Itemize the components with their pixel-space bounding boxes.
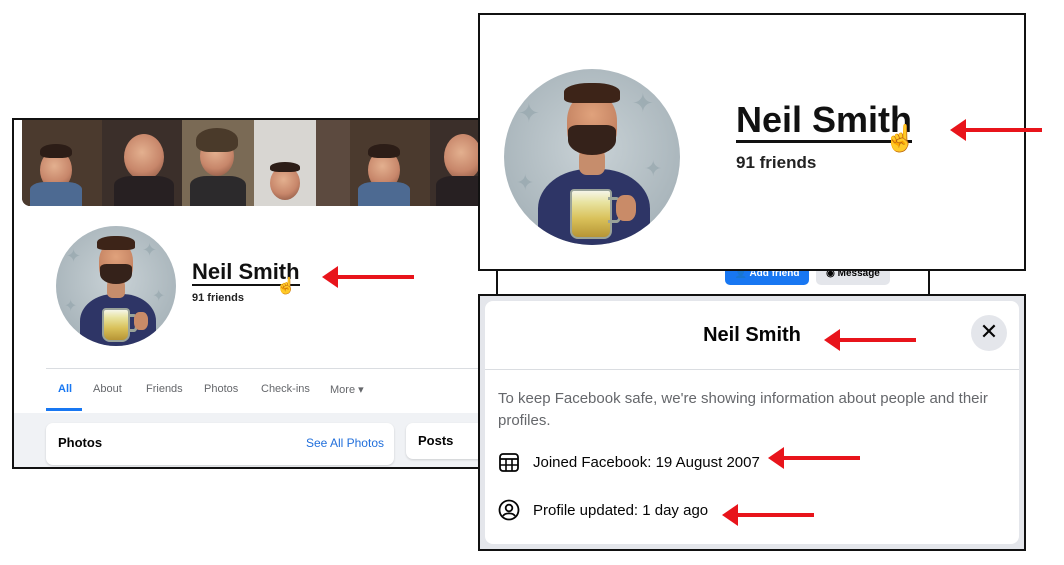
cover-collage-tile [254,120,316,206]
tab-about[interactable]: About [93,383,122,395]
tab-all[interactable]: All [58,383,72,395]
zoomed-friends-count: 91 friends [736,153,817,172]
profile-avatar[interactable]: ✦ ✦ ✦ ✦ [56,226,176,346]
red-arrow-annotation [950,119,1042,141]
user-circle-icon [498,499,520,521]
hand-pointer-icon: ☝ [884,123,917,153]
friends-count[interactable]: 91 friends [192,292,244,304]
red-arrow-annotation [722,504,814,526]
joined-facebook-date: Joined Facebook: 19 August 2007 [533,454,760,471]
connector-line [928,271,930,296]
see-all-photos-link[interactable]: See All Photos [306,436,384,450]
hand-pointer-icon: ☝ [276,278,296,295]
cover-collage-tile [102,120,182,206]
tab-friends[interactable]: Friends [146,383,183,395]
cover-photo[interactable] [22,120,492,206]
profile-info-dialog: Neil Smith ✕ To keep Facebook safe, we'r… [485,301,1019,544]
dialog-title: Neil Smith [703,324,801,346]
red-arrow-annotation [824,329,916,351]
zoomed-profile-avatar: ✦ ✦ ✦ ✦ [504,69,680,245]
zoomed-profile-panel: ✦ ✦ ✦ ✦ Neil Smith ☝ 91 friends [478,13,1026,271]
calendar-icon [499,453,519,472]
cover-collage-tile [22,120,102,206]
dialog-info-text: To keep Facebook safe, we're showing inf… [498,390,988,429]
dialog-divider [485,369,1019,370]
tabs-divider [46,368,486,369]
cover-collage-tile [316,120,350,206]
profile-updated-info: Profile updated: 1 day ago [533,502,709,519]
tab-check-ins[interactable]: Check-ins [261,383,310,395]
red-arrow-annotation [768,447,860,469]
photos-card: Photos See All Photos [46,423,394,465]
profile-page-panel: ✦ ✦ ✦ ✦ Neil Smith ☝ 91 friends All Abou… [12,118,498,469]
tab-photos[interactable]: Photos [204,383,238,395]
tab-more[interactable]: More ▾ [330,383,364,396]
cover-collage-tile [182,120,254,206]
active-tab-indicator [46,408,82,411]
photos-card-title: Photos [58,435,103,450]
posts-card-title: Posts [418,433,454,448]
cover-collage-tile [350,120,430,206]
close-icon: ✕ [979,320,999,345]
red-arrow-annotation [322,266,414,288]
close-button[interactable]: ✕ [971,315,1007,351]
